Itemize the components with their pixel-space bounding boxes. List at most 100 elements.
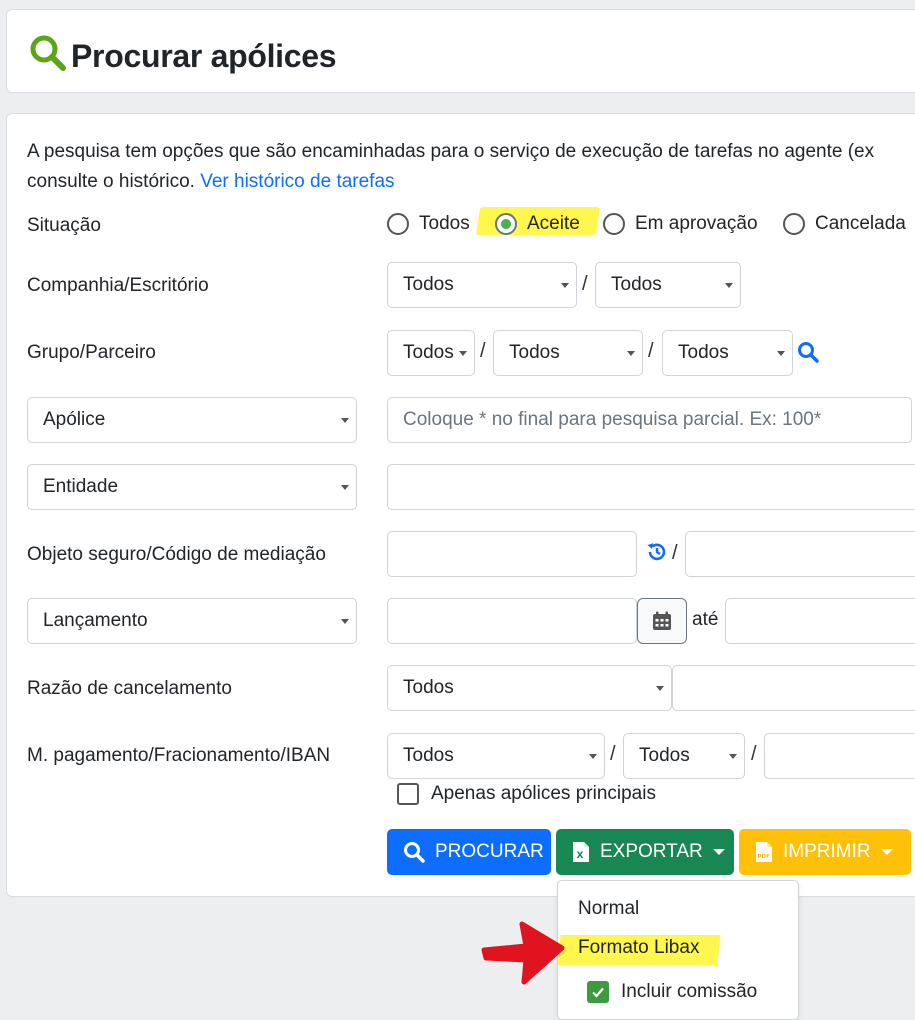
checkmark-icon (592, 987, 604, 998)
radio-label: Aceite (527, 213, 580, 234)
radio-label: Em aprovação (635, 213, 758, 234)
caret-down-icon (712, 849, 725, 855)
select-value: Todos (403, 745, 454, 766)
calendar-button[interactable] (637, 598, 687, 644)
entidade-type-select[interactable]: Entidade (27, 464, 357, 510)
codigo-mediacao-input[interactable] (685, 531, 915, 577)
apolice-type-select[interactable]: Apólice (27, 397, 357, 443)
info-text: A pesquisa tem opções que são encaminhad… (27, 137, 874, 197)
escritorio-select[interactable]: Todos (595, 262, 741, 308)
info-line-1: A pesquisa tem opções que são encaminhad… (27, 141, 875, 162)
button-label: EXPORTAR (600, 841, 703, 862)
select-value: Todos (509, 342, 560, 363)
select-value: Todos (611, 274, 662, 295)
checkbox-box[interactable] (397, 783, 419, 805)
select-value: Todos (678, 342, 729, 363)
caret-down-icon (725, 283, 733, 288)
search-icon (404, 842, 425, 863)
caret-down-icon (341, 418, 349, 423)
annotation-arrow-icon (481, 921, 565, 985)
incluir-comissao-label: Incluir comissão (621, 981, 758, 1002)
radio-circle[interactable] (783, 213, 805, 235)
separator: / (648, 340, 654, 362)
separator: / (751, 743, 757, 765)
select-value: Todos (403, 274, 454, 295)
companhia-label: Companhia/Escritório (27, 275, 209, 296)
razao-input[interactable] (672, 665, 915, 711)
excel-file-icon: X (573, 842, 589, 862)
iban-input[interactable] (764, 733, 915, 779)
radio-cancelada[interactable]: Cancelada (783, 213, 906, 235)
radio-circle-selected[interactable] (495, 213, 517, 235)
page-title: Procurar apólices (71, 38, 337, 74)
select-value: Entidade (43, 476, 119, 497)
procurar-button[interactable]: PROCURAR (387, 829, 551, 875)
imprimir-button[interactable]: PDF IMPRIMIR (739, 829, 911, 875)
select-value: Todos (639, 745, 690, 766)
menu-item-formato-libax[interactable]: Formato Libax (578, 937, 699, 959)
radio-aceite[interactable]: Aceite (495, 213, 580, 235)
caret-down-icon (627, 351, 635, 356)
info-text-2: consulte o histórico. (27, 171, 195, 192)
razao-select[interactable]: Todos (387, 665, 672, 711)
ate-label: até (692, 609, 719, 630)
info-line-2: consulte o histórico. Ver histórico de t… (27, 167, 874, 197)
checkbox-label: Apenas apólices principais (431, 783, 656, 804)
caret-down-icon (459, 351, 467, 356)
separator: / (672, 542, 678, 564)
caret-down-icon (341, 485, 349, 490)
svg-text:PDF: PDF (758, 854, 771, 860)
history-icon[interactable] (646, 541, 668, 568)
fracionamento-select[interactable]: Todos (623, 733, 745, 779)
entidade-input[interactable] (387, 464, 915, 510)
radio-label: Cancelada (815, 213, 906, 234)
button-label: IMPRIMIR (783, 841, 871, 862)
exportar-button[interactable]: X EXPORTAR (556, 829, 734, 875)
search-icon (29, 34, 67, 77)
caret-down-icon (656, 686, 664, 691)
companhia-select[interactable]: Todos (387, 262, 577, 308)
apolice-input[interactable]: Coloque * no final para pesquisa parcial… (387, 397, 912, 443)
radio-circle[interactable] (603, 213, 625, 235)
date-from-input[interactable] (387, 598, 637, 644)
pagamento-label: M. pagamento/Fracionamento/IBAN (27, 745, 331, 766)
page-header: Procurar apólices (6, 9, 915, 93)
radio-label: Todos (419, 213, 470, 234)
select-value: Lançamento (43, 610, 148, 631)
radio-todos[interactable]: Todos (387, 213, 470, 235)
situacao-label: Situação (27, 215, 101, 236)
grupo-label: Grupo/Parceiro (27, 342, 156, 363)
task-history-link[interactable]: Ver histórico de tarefas (200, 171, 394, 192)
caret-down-icon (729, 754, 737, 759)
separator: / (582, 273, 588, 295)
pagamento-select[interactable]: Todos (387, 733, 605, 779)
pdf-file-icon: PDF (756, 842, 772, 862)
caret-down-icon (561, 283, 569, 288)
sub-parceiro-select[interactable]: Todos (662, 330, 793, 376)
grupo-select[interactable]: Todos (387, 330, 475, 376)
radio-circle[interactable] (387, 213, 409, 235)
lancamento-select[interactable]: Lançamento (27, 598, 357, 644)
menu-item-normal[interactable]: Normal (578, 898, 639, 920)
search-icon[interactable] (797, 341, 819, 368)
parceiro-select[interactable]: Todos (493, 330, 643, 376)
radio-em-aprovacao[interactable]: Em aprovação (603, 213, 758, 235)
select-value: Todos (403, 677, 454, 698)
select-value: Apólice (43, 409, 106, 430)
button-label: PROCURAR (435, 841, 544, 862)
caret-down-icon (880, 849, 893, 855)
separator: / (480, 340, 486, 362)
select-value: Todos (403, 342, 454, 363)
razao-label: Razão de cancelamento (27, 678, 232, 699)
caret-down-icon (777, 351, 785, 356)
caret-down-icon (589, 754, 597, 759)
incluir-comissao-checkbox[interactable] (587, 981, 609, 1003)
separator: / (610, 743, 616, 765)
caret-down-icon (341, 619, 349, 624)
date-to-input[interactable] (725, 598, 915, 644)
svg-text:X: X (577, 851, 584, 861)
objeto-label: Objeto seguro/Código de mediação (27, 544, 326, 565)
calendar-icon (653, 611, 671, 630)
apenas-principais-checkbox[interactable]: Apenas apólices principais (397, 783, 656, 805)
objeto-input[interactable] (387, 531, 637, 577)
